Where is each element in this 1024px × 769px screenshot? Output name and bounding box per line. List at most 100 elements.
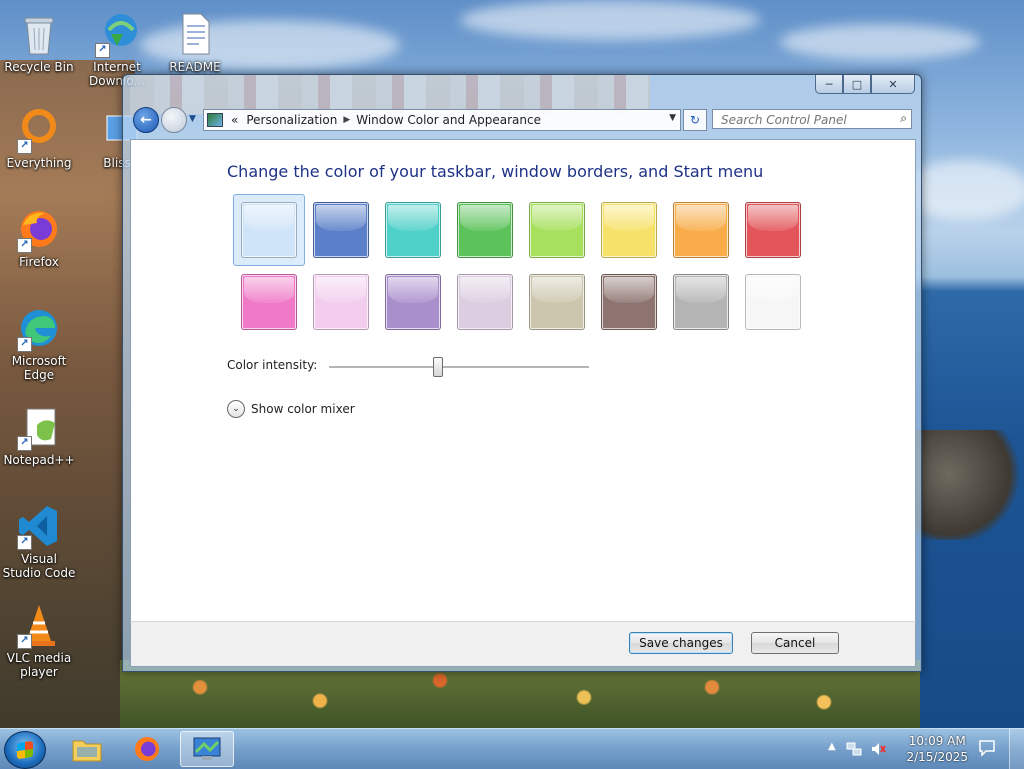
color-swatch-lavender[interactable] [311,272,383,344]
back-button[interactable]: ← [133,107,159,133]
notepad-plus-plus-icon: ↗ [15,403,63,451]
search-box[interactable]: ⌕ [712,109,912,129]
desktop-icon-vlc[interactable]: ↗ VLC media player [1,601,77,679]
show-hidden-icons-icon[interactable]: ▲ [828,741,836,752]
minimize-icon: ─ [825,77,833,91]
address-bar[interactable]: « Personalization ▶ Window Color and App… [203,109,681,131]
control-panel-icon [207,113,223,127]
firefox-icon: ↗ [15,205,63,253]
color-swatch-pumpkin[interactable] [671,200,743,272]
swatch-color-tile[interactable] [313,202,369,258]
refresh-button[interactable]: ↻ [683,109,707,131]
color-swatch-sea[interactable] [383,200,455,272]
swatch-color-tile[interactable] [745,202,801,258]
swatch-color-tile[interactable] [385,202,441,258]
recent-pages-button[interactable]: ▼ [189,114,199,124]
swatch-color-tile[interactable] [313,274,369,330]
taskbar-control-panel-button[interactable] [180,731,234,767]
color-swatch-chocolate[interactable] [455,272,527,344]
swatch-color-tile[interactable] [457,274,513,330]
color-swatch-frost[interactable] [599,272,671,344]
desktop-icon-label: Notepad++ [3,453,75,467]
swatch-color-tile[interactable] [457,202,513,258]
desktop-icon-recycle-bin[interactable]: Recycle Bin [1,10,77,74]
cancel-button[interactable]: Cancel [751,632,839,654]
desktop-icon-everything[interactable]: ↗ Everything [1,106,77,170]
clock[interactable]: 10:09 AM 2/15/2025 [906,733,968,765]
desktop-icon-label: Everything [6,156,72,170]
color-intensity-slider[interactable] [329,357,589,377]
swatch-color-tile[interactable] [241,274,297,330]
desktop-icon-label: Recycle Bin [4,60,74,74]
control-panel-icon [193,737,221,760]
color-swatch-white[interactable] [743,272,815,344]
color-swatch-twilight[interactable] [311,200,383,272]
forward-button[interactable] [161,107,187,133]
show-color-mixer-label: Show color mixer [251,402,355,416]
swatch-color-tile[interactable] [241,202,297,258]
clock-date: 2/15/2025 [906,750,968,764]
color-swatch-sky[interactable] [233,194,311,272]
show-desktop-button[interactable] [1009,729,1024,769]
download-manager-icon: ↗ [93,10,141,58]
sea-rock [916,430,1024,540]
cloud [460,0,760,40]
chevron-down-icon: ▼ [189,114,196,124]
desktop-icon-edge[interactable]: ↗ Microsoft Edge [1,304,77,382]
breadcrumb-window-color[interactable]: Window Color and Appearance [356,113,541,127]
search-icon[interactable]: ⌕ [900,111,907,126]
shortcut-arrow-icon: ↗ [17,337,32,352]
color-swatch-blush[interactable] [743,200,815,272]
volume-muted-icon[interactable] [870,741,886,757]
address-dropdown-icon[interactable]: ▼ [669,113,676,123]
taskbar: ▲ 10:09 AM 2/15/2025 [0,728,1024,769]
desktop-icon-readme[interactable]: README [157,10,233,74]
swatch-color-tile[interactable] [385,274,441,330]
show-color-mixer-toggle[interactable]: ⌄ Show color mixer [227,400,355,418]
save-changes-button[interactable]: Save changes [629,632,733,654]
swatch-color-tile[interactable] [745,274,801,330]
network-icon[interactable] [846,741,862,757]
color-swatch-slate[interactable] [527,272,599,344]
color-swatch-taupe[interactable] [383,272,455,344]
desktop-icon-label: Firefox [19,255,59,269]
desktop-icon-firefox[interactable]: ↗ Firefox [1,205,77,269]
taskbar-explorer-button[interactable] [60,731,114,767]
breadcrumb-personalization[interactable]: Personalization [246,113,337,127]
close-button[interactable]: ✕ [871,75,915,94]
swatch-color-tile[interactable] [673,202,729,258]
swatch-color-tile[interactable] [529,202,585,258]
swatch-color-tile[interactable] [601,202,657,258]
desktop-icon-label: README [169,60,221,74]
slider-thumb[interactable] [433,357,444,377]
desktop-icon-label: VLC media player [6,651,72,679]
close-icon: ✕ [888,77,898,91]
swatch-color-tile[interactable] [601,274,657,330]
swatch-color-tile[interactable] [529,274,585,330]
color-swatch-violet[interactable] [239,272,311,344]
edge-icon: ↗ [15,304,63,352]
search-input[interactable] [719,111,893,129]
desktop-icon-label: Visual Studio Code [2,552,76,580]
vscode-icon: ↗ [15,502,63,550]
everything-search-icon: ↗ [15,106,63,154]
desktop-icon-vscode[interactable]: ↗ Visual Studio Code [1,502,77,580]
color-swatch-leaf[interactable] [455,200,527,272]
desktop-icon-notepad-plus-plus[interactable]: ↗ Notepad++ [1,403,77,467]
breadcrumb-overflow[interactable]: « [231,113,238,127]
color-swatch-lime[interactable] [527,200,599,272]
breadcrumb-separator-icon[interactable]: ▶ [343,115,350,125]
color-swatch-stone[interactable] [671,272,743,344]
action-center-icon[interactable] [978,739,996,757]
folder-icon [72,740,102,762]
system-tray: ▲ 10:09 AM 2/15/2025 [814,729,1024,769]
start-button[interactable] [4,731,46,769]
maximize-button[interactable]: □ [843,75,871,94]
document-icon [171,10,219,58]
page-title: Change the color of your taskbar, window… [227,162,764,181]
color-swatch-sun[interactable] [599,200,671,272]
cloud [780,24,980,60]
swatch-color-tile[interactable] [673,274,729,330]
taskbar-firefox-button[interactable] [120,731,174,767]
minimize-button[interactable]: ─ [815,75,843,94]
